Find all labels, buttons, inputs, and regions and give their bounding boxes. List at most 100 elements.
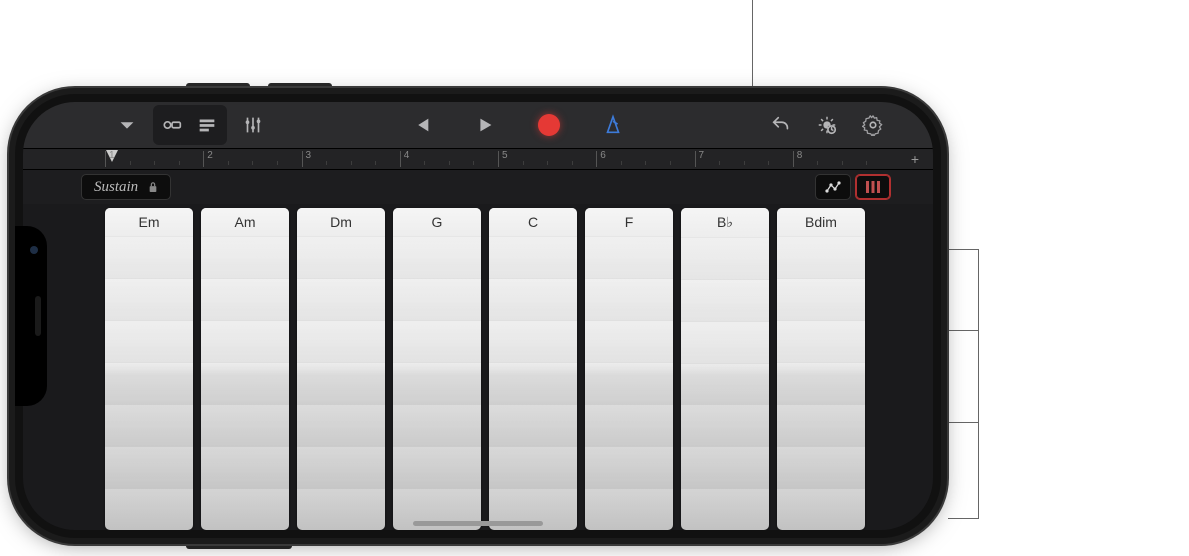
chord-strip-row[interactable] xyxy=(489,321,577,363)
chord-strip-row[interactable] xyxy=(393,405,481,447)
chord-strip-rows xyxy=(777,237,865,530)
chord-strip-row[interactable] xyxy=(393,279,481,321)
settings-button[interactable] xyxy=(853,108,893,142)
loop-browser-icon xyxy=(162,114,184,136)
undo-button[interactable] xyxy=(761,108,801,142)
chord-strip-row[interactable] xyxy=(201,279,289,321)
chord-strip-row[interactable] xyxy=(585,237,673,279)
chord-strip-row[interactable] xyxy=(681,447,769,489)
chord-strip-row[interactable] xyxy=(105,405,193,447)
chord-strip-row[interactable] xyxy=(489,363,577,405)
chord-strip[interactable]: C xyxy=(489,208,577,530)
chord-strip-row[interactable] xyxy=(681,322,769,364)
chord-strip-row[interactable] xyxy=(681,364,769,406)
chord-strip-row[interactable] xyxy=(105,447,193,489)
chord-strip-row[interactable] xyxy=(297,405,385,447)
chord-strip-row[interactable] xyxy=(777,279,865,321)
chord-strip-rows xyxy=(393,237,481,530)
chord-strip-row[interactable] xyxy=(105,321,193,363)
chord-strip-area: EmAmDmGCF B♭Bdim xyxy=(23,204,933,530)
chord-strip-row[interactable] xyxy=(201,447,289,489)
chord-strip-row[interactable] xyxy=(585,405,673,447)
chord-strip-row[interactable] xyxy=(489,447,577,489)
chord-strip-row[interactable] xyxy=(105,237,193,279)
chord-strip-row[interactable] xyxy=(393,237,481,279)
chord-strip[interactable]: Am xyxy=(201,208,289,530)
ruler-tick xyxy=(866,161,867,165)
chord-strip[interactable]: Bdim xyxy=(777,208,865,530)
ruler-bar: 1 xyxy=(105,151,115,167)
chord-strip-row[interactable] xyxy=(297,363,385,405)
ruler-tick xyxy=(449,161,450,165)
view-mode-group xyxy=(153,105,227,145)
chord-strip-row[interactable] xyxy=(201,321,289,363)
loop-browser-button[interactable] xyxy=(157,108,189,142)
chord-strip[interactable]: Dm xyxy=(297,208,385,530)
phone-power-button xyxy=(186,541,292,549)
chord-strip-row[interactable] xyxy=(585,363,673,405)
chord-strip-row[interactable] xyxy=(777,447,865,489)
rewind-button[interactable] xyxy=(401,108,441,142)
chord-strip-row[interactable] xyxy=(681,280,769,322)
chord-strip-row[interactable] xyxy=(585,321,673,363)
sustain-toggle[interactable]: Sustain xyxy=(81,174,171,200)
chord-strip[interactable]: Em xyxy=(105,208,193,530)
chord-strip-row[interactable] xyxy=(297,279,385,321)
chord-strip-row[interactable] xyxy=(105,279,193,321)
add-section-button[interactable]: + xyxy=(911,151,919,167)
chord-strip-row[interactable] xyxy=(393,321,481,363)
chevron-down-icon xyxy=(116,114,138,136)
fx-button[interactable] xyxy=(807,108,847,142)
play-mode-toggle xyxy=(815,174,891,200)
autoplay-mode-button[interactable] xyxy=(815,174,851,200)
chord-strip-row[interactable] xyxy=(585,279,673,321)
chord-strip-row[interactable] xyxy=(201,489,289,530)
chord-strip-row[interactable] xyxy=(681,405,769,447)
ruler-bar-label: 5 xyxy=(502,150,508,161)
chord-strip-row[interactable] xyxy=(297,489,385,530)
chord-strip-row[interactable] xyxy=(681,489,769,530)
chord-strip-row[interactable] xyxy=(393,363,481,405)
chord-strip-row[interactable] xyxy=(105,363,193,405)
chord-strip[interactable]: F xyxy=(585,208,673,530)
chord-strip-row[interactable] xyxy=(777,363,865,405)
play-button[interactable] xyxy=(465,108,505,142)
ruler-bar-label: 8 xyxy=(797,150,803,161)
chord-strip-row[interactable] xyxy=(489,237,577,279)
mixer-button[interactable] xyxy=(233,108,273,142)
menu-button[interactable] xyxy=(107,108,147,142)
chord-strip[interactable]: G xyxy=(393,208,481,530)
chord-strip-row[interactable] xyxy=(585,489,673,530)
chord-strip-row[interactable] xyxy=(777,321,865,363)
chord-strip-row[interactable] xyxy=(297,447,385,489)
chord-strip-row[interactable] xyxy=(201,363,289,405)
chord-strip-label: F xyxy=(585,208,673,237)
metronome-button[interactable] xyxy=(593,108,633,142)
timeline-ruler[interactable]: 12345678 + xyxy=(23,148,933,170)
chord-strip-row[interactable] xyxy=(777,237,865,279)
chord-strip-row[interactable] xyxy=(297,321,385,363)
gear-icon xyxy=(862,114,884,136)
undo-icon xyxy=(770,114,792,136)
chord-strip-row[interactable] xyxy=(393,447,481,489)
ruler-tick xyxy=(154,161,155,165)
chord-strip-row[interactable] xyxy=(489,405,577,447)
record-button[interactable] xyxy=(529,108,569,142)
chord-strip-row[interactable] xyxy=(681,238,769,280)
chord-strip-row[interactable] xyxy=(777,489,865,530)
chord-strip-row[interactable] xyxy=(297,237,385,279)
chord-strips-mode-button[interactable] xyxy=(855,174,891,200)
ruler-bar: 8 xyxy=(793,151,803,167)
chord-strip-row[interactable] xyxy=(777,405,865,447)
chord-strip[interactable]: B♭ xyxy=(681,208,769,530)
chord-strip-row[interactable] xyxy=(201,405,289,447)
transport-controls xyxy=(401,108,633,142)
chord-strip-row[interactable] xyxy=(489,279,577,321)
chord-strip-row[interactable] xyxy=(201,237,289,279)
autoplay-pattern-icon xyxy=(823,179,843,195)
ruler-tick xyxy=(326,161,327,165)
chord-strip-row[interactable] xyxy=(585,447,673,489)
home-indicator[interactable] xyxy=(413,521,543,526)
chord-strip-row[interactable] xyxy=(105,489,193,530)
tracks-view-button[interactable] xyxy=(191,108,223,142)
